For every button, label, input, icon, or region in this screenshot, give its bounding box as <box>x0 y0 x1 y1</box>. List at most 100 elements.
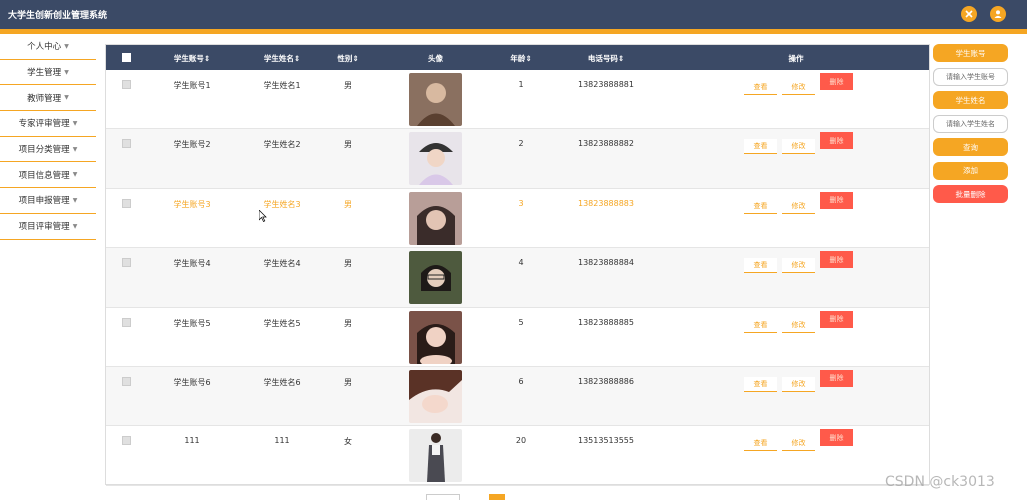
view-button[interactable]: 查看 <box>744 258 777 274</box>
close-icon <box>965 10 973 18</box>
view-button[interactable]: 查看 <box>744 317 777 333</box>
cell-age: 4 <box>518 258 524 268</box>
table-row: 学生账号1 学生姓名1 男 查看 修改 删除 1 13823888881 <box>106 70 929 130</box>
sidebar-item-label: 教师管理 <box>27 93 62 104</box>
cell-gender: 女 <box>344 437 352 447</box>
sidebar-item-project-review[interactable]: 项目评审管理 ▼ <box>0 214 96 240</box>
pagination-box[interactable] <box>426 494 460 500</box>
select-all-checkbox[interactable] <box>122 53 131 62</box>
sidebar-item-project-category[interactable]: 项目分类管理 ▼ <box>0 137 96 163</box>
avatar <box>409 191 462 245</box>
column-header-name[interactable]: 学生姓名⇕ <box>246 53 318 64</box>
avatar <box>409 310 462 364</box>
view-button[interactable]: 查看 <box>744 376 777 392</box>
avatar <box>409 429 462 483</box>
edit-button[interactable]: 修改 <box>782 258 815 274</box>
edit-button[interactable]: 修改 <box>782 139 815 155</box>
cell-name: 学生姓名5 <box>263 318 301 328</box>
sidebar-item-project-info[interactable]: 项目信息管理 ▼ <box>0 162 96 189</box>
cell-phone: 13823888885 <box>578 317 634 327</box>
cell-age: 3 <box>518 198 524 208</box>
cell-phone: 13823888886 <box>578 376 634 386</box>
delete-button[interactable]: 删除 <box>820 191 853 209</box>
avatar <box>409 251 462 305</box>
row-checkbox[interactable] <box>122 258 131 268</box>
sort-icon: ⇕ <box>617 54 625 63</box>
cell-age: 6 <box>518 376 524 386</box>
cell-name: 111 <box>274 436 290 446</box>
cell-age: 1 <box>518 80 524 89</box>
delete-button[interactable]: 删除 <box>820 369 853 387</box>
view-button[interactable]: 查看 <box>744 139 777 155</box>
name-filter-label: 学生姓名 <box>933 91 1008 109</box>
cell-phone: 13823888882 <box>578 139 634 149</box>
delete-button[interactable]: 删除 <box>820 251 853 269</box>
cell-phone: 13823888883 <box>578 198 634 208</box>
delete-button[interactable]: 删除 <box>820 132 853 150</box>
sidebar-item-personal-center[interactable]: 个人中心 ▼ <box>0 34 96 60</box>
view-button[interactable]: 查看 <box>744 198 777 214</box>
view-button[interactable]: 查看 <box>744 436 777 452</box>
account-filter-label: 学生账号 <box>933 44 1008 62</box>
sidebar-item-teacher-management[interactable]: 教师管理 ▼ <box>0 85 96 112</box>
name-search-input[interactable]: 请输入学生姓名 <box>933 114 1008 133</box>
watermark: CSDN @ck3013 <box>885 474 995 490</box>
edit-button[interactable]: 修改 <box>782 436 815 452</box>
cell-account: 学生账号1 <box>173 81 211 90</box>
cell-name: 学生姓名2 <box>263 140 301 150</box>
view-button[interactable]: 查看 <box>744 80 777 95</box>
top-bar: 大学生创新创业管理系统 <box>0 0 1027 29</box>
row-checkbox[interactable] <box>122 139 131 149</box>
account-search-input[interactable]: 请输入学生账号 <box>933 67 1008 86</box>
cell-account: 学生账号6 <box>173 377 211 387</box>
search-panel: 学生账号 请输入学生账号 学生姓名 请输入学生姓名 查询 添加 批量删除 <box>933 44 1008 209</box>
chevron-down-icon: ▼ <box>64 94 69 102</box>
delete-button[interactable]: 删除 <box>820 429 853 447</box>
edit-button[interactable]: 修改 <box>782 80 815 95</box>
pagination-active[interactable] <box>489 494 505 500</box>
sidebar-item-label: 专家评审管理 <box>18 119 70 130</box>
row-checkbox[interactable] <box>122 80 131 89</box>
sort-icon: ⇕ <box>203 54 211 63</box>
sidebar-item-expert-review[interactable]: 专家评审管理 ▼ <box>0 111 96 137</box>
cell-account: 学生账号3 <box>173 199 211 209</box>
edit-button[interactable]: 修改 <box>782 317 815 333</box>
edit-button[interactable]: 修改 <box>782 198 815 214</box>
row-checkbox[interactable] <box>122 317 131 327</box>
cell-gender: 男 <box>344 81 352 90</box>
avatar <box>409 369 462 423</box>
sort-icon: ⇕ <box>293 54 301 63</box>
row-checkbox[interactable] <box>122 376 131 386</box>
column-header-age[interactable]: 年龄⇕ <box>501 53 541 64</box>
sidebar-item-label: 学生管理 <box>27 68 62 79</box>
app-title: 大学生创新创业管理系统 <box>8 11 108 21</box>
cell-gender: 男 <box>344 377 352 387</box>
close-button[interactable] <box>961 6 977 22</box>
column-header-account[interactable]: 学生账号⇕ <box>156 53 228 64</box>
add-button[interactable]: 添加 <box>933 161 1008 180</box>
cell-phone: 13823888884 <box>578 258 634 268</box>
delete-button[interactable]: 删除 <box>820 73 853 90</box>
cell-name: 学生姓名4 <box>263 259 301 269</box>
avatar <box>409 132 462 186</box>
delete-button[interactable]: 删除 <box>820 310 853 328</box>
column-header-avatar: 头像 <box>428 54 443 63</box>
edit-button[interactable]: 修改 <box>782 376 815 392</box>
query-button[interactable]: 查询 <box>933 138 1008 156</box>
sidebar-item-label: 个人中心 <box>27 42 62 53</box>
batch-delete-button[interactable]: 批量删除 <box>933 185 1008 203</box>
user-button[interactable] <box>990 6 1006 22</box>
column-header-phone[interactable]: 电话号码⇕ <box>566 53 646 64</box>
sort-icon: ⇕ <box>352 54 359 63</box>
sidebar-item-label: 项目评审管理 <box>18 222 70 233</box>
mouse-cursor-icon <box>259 210 267 222</box>
sidebar-item-project-application[interactable]: 项目申报管理 ▼ <box>0 188 96 214</box>
column-header-gender[interactable]: 性别⇕ <box>328 53 368 64</box>
cell-name: 学生姓名1 <box>263 81 301 90</box>
student-table: 学生账号⇕ 学生姓名⇕ 性别⇕ 头像 年龄⇕ 电话号码⇕ 操作 学生账号1 学生… <box>105 44 930 486</box>
row-checkbox[interactable] <box>122 198 131 208</box>
row-checkbox[interactable] <box>122 436 131 446</box>
sidebar-item-student-management[interactable]: 学生管理 ▼ <box>0 60 96 86</box>
sort-icon: ⇕ <box>525 54 532 63</box>
chevron-down-icon: ▼ <box>72 222 78 230</box>
